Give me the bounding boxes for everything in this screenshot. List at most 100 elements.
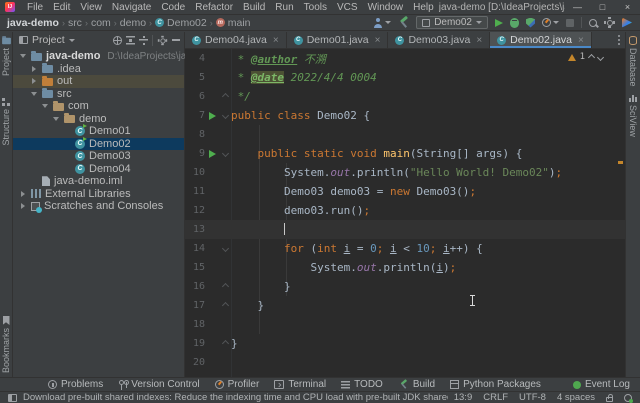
breadcrumb-item-demo[interactable]: demo xyxy=(120,17,146,29)
minimize-button[interactable]: — xyxy=(565,2,590,12)
tree-item-out[interactable]: out xyxy=(13,75,184,88)
tree-item-java-demo[interactable]: java-demoD:\IdeaProjects\java-demo xyxy=(13,50,184,63)
tool-window-button-profiler[interactable]: Profiler xyxy=(215,379,260,390)
tab-close-icon[interactable]: × xyxy=(578,35,584,46)
indent-setting[interactable]: 4 spaces xyxy=(557,392,595,403)
menu-view[interactable]: View xyxy=(75,2,107,13)
collapse-all-icon[interactable] xyxy=(139,36,148,45)
settings-gear-icon[interactable] xyxy=(604,17,615,28)
tool-window-button-build[interactable]: Build xyxy=(398,379,435,390)
tool-stripe-project[interactable]: Project xyxy=(0,36,12,76)
tree-item-com[interactable]: com xyxy=(13,100,184,113)
fold-marker[interactable] xyxy=(220,113,231,118)
tool-stripe-structure[interactable]: Structure xyxy=(0,98,12,146)
tree-item-demo01[interactable]: CDemo01 xyxy=(13,125,184,138)
menu-vcs[interactable]: VCS xyxy=(332,2,363,13)
tool-window-button-todo[interactable]: TODO xyxy=(341,379,383,390)
readonly-lock-icon[interactable] xyxy=(606,397,613,402)
tree-item-scratches-and-consoles[interactable]: Scratches and Consoles xyxy=(13,200,184,213)
run-gutter-icon[interactable] xyxy=(205,112,220,120)
tool-window-button-python-packages[interactable]: Python Packages xyxy=(450,379,541,390)
tab-close-icon[interactable]: × xyxy=(375,35,381,46)
project-panel-title[interactable]: Project xyxy=(32,34,65,46)
fold-marker[interactable] xyxy=(220,246,231,251)
tab-demo01-java[interactable]: CDemo01.java× xyxy=(287,32,389,48)
menu-tools[interactable]: Tools xyxy=(299,2,332,13)
line-ending[interactable]: CRLF xyxy=(483,392,508,403)
menu-refactor[interactable]: Refactor xyxy=(190,2,238,13)
search-everywhere-icon[interactable] xyxy=(589,19,597,27)
stop-button[interactable] xyxy=(566,19,574,27)
tool-stripe-bookmarks[interactable]: Bookmarks xyxy=(0,316,12,373)
breadcrumb-item-src[interactable]: src xyxy=(68,17,82,29)
tool-window-button-version-control[interactable]: Version Control xyxy=(118,379,199,390)
next-issue-icon[interactable] xyxy=(597,53,604,60)
tree-chevron-icon[interactable] xyxy=(30,92,38,96)
run-button[interactable] xyxy=(495,19,503,27)
tool-window-button-terminal[interactable]: Terminal xyxy=(274,379,326,390)
tab-demo03-java[interactable]: CDemo03.java× xyxy=(388,32,490,48)
breadcrumb-item-java-demo[interactable]: java-demo xyxy=(7,17,59,29)
close-button[interactable]: × xyxy=(615,2,640,12)
tree-item-demo[interactable]: demo xyxy=(13,113,184,126)
run-configuration-select[interactable]: Demo02 xyxy=(416,16,488,29)
editor-scrollbar[interactable] xyxy=(616,49,625,377)
build-hammer-icon[interactable] xyxy=(398,17,409,28)
code-editor[interactable]: 4 * @author 不溯5 * @date 2022/4/4 00046 *… xyxy=(185,49,625,377)
tree-chevron-icon[interactable] xyxy=(19,203,27,209)
tab-demo02-java[interactable]: CDemo02.java× xyxy=(490,32,592,48)
menu-build[interactable]: Build xyxy=(238,2,270,13)
expand-all-icon[interactable] xyxy=(126,36,135,45)
tree-chevron-icon[interactable] xyxy=(19,191,27,197)
fold-marker[interactable] xyxy=(220,303,231,308)
chevron-down-icon[interactable] xyxy=(69,39,75,42)
tree-item-external-libraries[interactable]: External Libraries xyxy=(13,188,184,201)
tool-stripe-sciview[interactable]: SciView xyxy=(626,94,640,137)
tree-chevron-icon[interactable] xyxy=(30,78,38,84)
tree-chevron-icon[interactable] xyxy=(52,117,60,121)
menu-edit[interactable]: Edit xyxy=(48,2,75,13)
tree-item-demo02[interactable]: CDemo02 xyxy=(13,138,184,151)
locate-file-icon[interactable] xyxy=(113,36,122,45)
prev-issue-icon[interactable] xyxy=(588,53,595,60)
run-gutter-icon[interactable] xyxy=(205,150,220,158)
tab-demo04-java[interactable]: CDemo04.java× xyxy=(185,32,287,48)
panel-settings-gear-icon[interactable] xyxy=(158,35,167,44)
menu-help[interactable]: Help xyxy=(408,2,439,13)
warning-stripe-mark[interactable] xyxy=(618,161,623,164)
debug-button[interactable] xyxy=(510,18,519,28)
coverage-button[interactable] xyxy=(526,18,535,28)
tool-stripe-database[interactable]: Database xyxy=(626,36,640,87)
tree-item-java-demo-iml[interactable]: java-demo.iml xyxy=(13,175,184,188)
tree-item-demo04[interactable]: CDemo04 xyxy=(13,163,184,176)
menu-file[interactable]: File xyxy=(22,2,48,13)
fold-marker[interactable] xyxy=(220,94,231,99)
tab-close-icon[interactable]: × xyxy=(476,35,482,46)
menu-navigate[interactable]: Navigate xyxy=(107,2,156,13)
tool-window-switcher-icon[interactable] xyxy=(8,394,17,402)
tool-window-button-problems[interactable]: Problems xyxy=(48,379,103,390)
profiler-dropdown[interactable] xyxy=(542,18,559,27)
fold-marker[interactable] xyxy=(220,284,231,289)
tree-chevron-icon[interactable] xyxy=(19,54,27,58)
breadcrumb-item-main[interactable]: mmain xyxy=(216,17,251,29)
breadcrumb-item-com[interactable]: com xyxy=(91,17,111,29)
kebab-menu-icon[interactable] xyxy=(618,35,620,37)
tool-window-button-event-log[interactable]: Event Log xyxy=(573,379,640,390)
inspections-widget[interactable]: 1 xyxy=(568,52,603,62)
menu-code[interactable]: Code xyxy=(156,2,190,13)
tree-chevron-icon[interactable] xyxy=(30,66,38,72)
colored-plugin-icon[interactable] xyxy=(622,18,632,28)
tree-chevron-icon[interactable] xyxy=(41,104,49,108)
tree-item-src[interactable]: src xyxy=(13,88,184,101)
fold-marker[interactable] xyxy=(220,341,231,346)
menu-run[interactable]: Run xyxy=(270,2,298,13)
user-dropdown[interactable] xyxy=(373,18,391,28)
fold-marker[interactable] xyxy=(220,151,231,156)
file-encoding[interactable]: UTF-8 xyxy=(519,392,546,403)
maximize-button[interactable]: □ xyxy=(590,2,615,12)
tab-close-icon[interactable]: × xyxy=(273,35,279,46)
breadcrumb-item-demo02[interactable]: CDemo02 xyxy=(155,17,207,29)
tree-item--idea[interactable]: .idea xyxy=(13,63,184,76)
tree-item-demo03[interactable]: CDemo03 xyxy=(13,150,184,163)
